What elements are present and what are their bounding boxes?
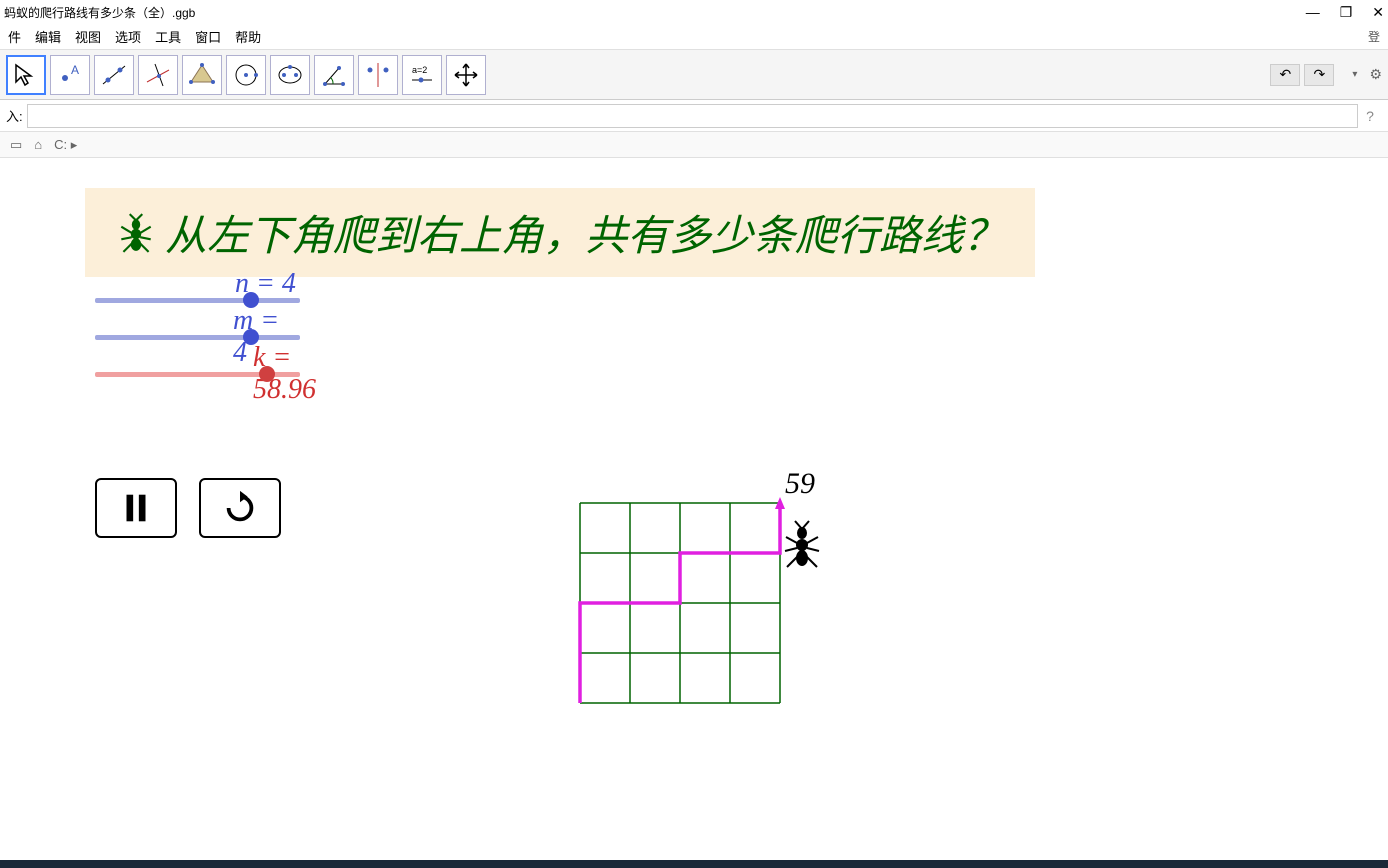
input-help-icon[interactable]: ? [1358,108,1382,124]
tool-move-view[interactable] [446,55,486,95]
menu-window[interactable]: 窗口 [191,25,225,48]
window-title: 蚂蚁的爬行路线有多少条（全）.ggb [4,4,195,21]
breadcrumb-box-icon[interactable]: ▭ [10,137,22,153]
reset-button[interactable] [199,478,281,538]
menubar: 件 编辑 视图 选项 工具 窗口 帮助 登 [0,24,1388,50]
redo-button[interactable]: ↷ [1304,64,1334,86]
grid-diagram: 59 [570,473,830,718]
slider-group: n = 4 m = 4 k = 58.96 [95,298,300,395]
pause-button[interactable] [95,478,177,538]
tool-point[interactable]: A [50,55,90,95]
input-label: 入: [6,106,23,125]
settings-icon[interactable]: ⚙ [1369,66,1382,83]
tool-ellipse[interactable] [270,55,310,95]
toolbar: A a=2 ↶ ↷ ▾ ⚙ [0,50,1388,100]
slider-n[interactable]: n = 4 [95,298,300,303]
control-buttons [95,478,281,538]
titlebar: 蚂蚁的爬行路线有多少条（全）.ggb — ❐ ✕ [0,0,1388,24]
taskbar [0,860,1388,868]
tool-polygon[interactable] [182,55,222,95]
question-banner: 从左下角爬到右上角，共有多少条爬行路线？ [85,188,1035,277]
svg-text:A: A [71,63,79,77]
menu-view[interactable]: 视图 [71,25,105,48]
menu-file[interactable]: 件 [4,25,25,48]
command-input[interactable] [27,104,1358,128]
undo-button[interactable]: ↶ [1270,64,1300,86]
slider-k-thumb[interactable] [259,366,275,382]
slider-m[interactable]: m = 4 [95,335,300,340]
tool-circle[interactable] [226,55,266,95]
close-button[interactable]: ✕ [1372,4,1384,21]
menu-edit[interactable]: 编辑 [31,25,65,48]
breadcrumb-path[interactable]: C: ▸ [54,137,77,153]
path-count-label: 59 [785,467,815,500]
menu-tools[interactable]: 工具 [151,25,185,48]
tool-reflect[interactable] [358,55,398,95]
breadcrumb-bar: ▭ ⌂ C: ▸ [0,132,1388,158]
breadcrumb-home-icon[interactable]: ⌂ [34,137,42,152]
graphics-view[interactable]: 从左下角爬到右上角，共有多少条爬行路线？ n = 4 m = 4 k = 58.… [0,158,1388,868]
toolbar-dropdown-icon[interactable]: ▾ [1352,69,1357,80]
tool-angle[interactable] [314,55,354,95]
menu-options[interactable]: 选项 [111,25,145,48]
ant-sprite [785,521,819,567]
svg-text:a=2: a=2 [412,65,427,75]
maximize-button[interactable]: ❐ [1340,4,1353,21]
menu-help[interactable]: 帮助 [231,25,265,48]
tool-slider[interactable]: a=2 [402,55,442,95]
login-link[interactable]: 登 [1364,26,1384,47]
highlighted-path [580,497,785,703]
ant-icon [115,212,157,254]
minimize-button[interactable]: — [1306,4,1320,20]
tool-line[interactable] [94,55,134,95]
question-text: 从左下角爬到右上角，共有多少条爬行路线？ [165,202,1005,263]
slider-k[interactable]: k = 58.96 [95,372,300,377]
tool-move[interactable] [6,55,46,95]
input-bar: 入: ? [0,100,1388,132]
tool-perpendicular[interactable] [138,55,178,95]
